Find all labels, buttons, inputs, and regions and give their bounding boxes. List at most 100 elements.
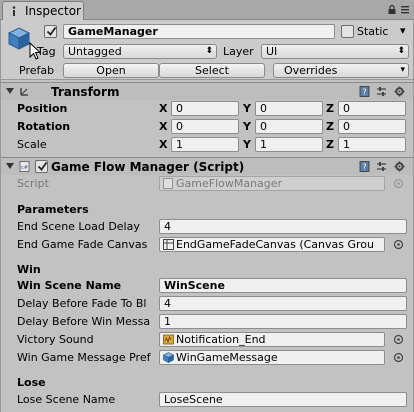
static-label: Static: [357, 25, 389, 38]
scale-z-field[interactable]: 1: [338, 137, 406, 152]
layer-label: Layer: [223, 45, 254, 58]
script-file-icon: c#: [19, 161, 30, 172]
transform-header[interactable]: Transform ?: [1, 82, 413, 100]
object-picker-icon[interactable]: [393, 239, 404, 250]
script-enabled-checkbox[interactable]: [35, 160, 48, 173]
rotation-label: Rotation: [17, 120, 71, 133]
win-game-message-field[interactable]: WinGameMessage: [159, 350, 385, 365]
position-y-axis-label: Y: [243, 102, 251, 115]
gameobject-header: GameManager Static ▾ Tag Untagged ⬍ Laye…: [1, 20, 413, 80]
overrides-label: Overrides: [284, 64, 338, 77]
lose-scene-name-field[interactable]: LoseScene: [159, 392, 407, 407]
rotation-z-field[interactable]: 0: [338, 119, 406, 134]
end-game-fade-canvas-label: End Game Fade Canvas: [17, 238, 148, 251]
rotation-x-field[interactable]: 0: [171, 119, 239, 134]
position-y-field[interactable]: 0: [255, 101, 323, 116]
help-book-icon[interactable]: ?: [359, 86, 370, 97]
lock-icon[interactable]: [388, 5, 396, 14]
prefab-cube-icon: [163, 352, 174, 363]
position-x-axis-label: X: [159, 102, 168, 115]
win-section-header: Win: [17, 263, 41, 276]
inspector-tab-bar: Inspector: [0, 0, 414, 20]
prefab-open-button[interactable]: Open: [63, 63, 159, 78]
rotation-z-axis-label: Z: [326, 120, 334, 133]
tab-label: Inspector: [25, 4, 81, 18]
end-game-fade-canvas-value: EndGameFadeCanvas (Canvas Grou: [176, 238, 374, 251]
scale-y-field[interactable]: 1: [255, 137, 323, 152]
tag-dropdown[interactable]: Untagged ⬍: [63, 44, 217, 59]
lose-section-header: Lose: [17, 376, 46, 389]
object-picker-icon[interactable]: [393, 334, 404, 345]
expand-triangle-icon: [6, 88, 14, 94]
lose-scene-name-label: Lose Scene Name: [17, 393, 116, 406]
svg-text:?: ?: [362, 88, 366, 97]
prefab-select-button[interactable]: Select: [159, 63, 265, 78]
position-z-field[interactable]: 0: [338, 101, 406, 116]
scale-z-axis-label: Z: [326, 138, 334, 151]
gear-icon[interactable]: [394, 161, 405, 172]
win-scene-name-label: Win Scene Name: [17, 279, 122, 292]
object-picker-icon: [393, 178, 404, 189]
win-scene-name-field[interactable]: WinScene: [159, 278, 407, 293]
svg-text:c#: c#: [21, 165, 28, 171]
layer-value: UI: [266, 45, 278, 58]
script-reference-field: GameFlowManager: [159, 176, 385, 191]
chevron-updown-icon: ⬍: [397, 46, 405, 56]
static-dropdown-arrow-icon[interactable]: ▾: [400, 24, 406, 37]
audio-clip-icon: [163, 334, 174, 345]
chevron-down-icon: ▾: [400, 65, 405, 75]
script-component-header[interactable]: c# Game Flow Manager (Script) ?: [1, 157, 413, 175]
rotation-x-axis-label: X: [159, 120, 168, 133]
scale-x-field[interactable]: 1: [171, 137, 239, 152]
victory-sound-field[interactable]: Notification_End: [159, 332, 385, 347]
svg-text:?: ?: [362, 163, 366, 172]
victory-sound-value: Notification_End: [176, 333, 266, 346]
gear-icon[interactable]: [394, 86, 405, 97]
checkmark-icon: [37, 161, 48, 171]
tab-inspector[interactable]: Inspector: [2, 1, 84, 20]
info-icon: [12, 6, 16, 16]
delay-before-win-message-field[interactable]: 1: [159, 314, 407, 329]
inspector-panel: GameManager Static ▾ Tag Untagged ⬍ Laye…: [0, 20, 414, 412]
end-scene-load-delay-field[interactable]: 4: [159, 219, 407, 234]
scale-x-axis-label: X: [159, 138, 168, 151]
object-picker-icon[interactable]: [393, 352, 404, 363]
layer-dropdown[interactable]: UI ⬍: [261, 44, 409, 59]
canvas-group-icon: [163, 239, 174, 250]
script-reference-value: GameFlowManager: [176, 177, 283, 190]
scale-label: Scale: [17, 138, 47, 151]
presets-sliders-icon[interactable]: [376, 86, 387, 97]
position-label: Position: [17, 102, 68, 115]
delay-before-fade-label: Delay Before Fade To Bl: [17, 297, 147, 310]
transform-title: Transform: [51, 85, 120, 99]
win-game-message-label: Win Game Message Pref: [17, 351, 151, 364]
scale-y-axis-label: Y: [243, 138, 251, 151]
gameobject-name-input[interactable]: GameManager: [63, 24, 335, 39]
chevron-updown-icon: ⬍: [205, 46, 213, 56]
parameters-section-header: Parameters: [17, 203, 89, 216]
expand-triangle-icon: [6, 163, 14, 169]
win-game-message-value: WinGameMessage: [176, 351, 278, 364]
tab-menu-icon[interactable]: [401, 5, 409, 14]
gameobject-active-checkbox[interactable]: [44, 25, 57, 38]
position-x-field[interactable]: 0: [171, 101, 239, 116]
script-component-title: Game Flow Manager (Script): [51, 160, 245, 174]
prefab-overrides-dropdown[interactable]: Overrides ▾: [273, 63, 409, 78]
tag-label: Tag: [37, 45, 56, 58]
position-z-axis-label: Z: [326, 102, 334, 115]
static-checkbox[interactable]: [341, 25, 354, 38]
transform-axes-icon: [20, 88, 28, 96]
tag-value: Untagged: [68, 45, 122, 58]
help-book-icon[interactable]: ?: [359, 161, 370, 172]
rotation-y-field[interactable]: 0: [255, 119, 323, 134]
prefab-label: Prefab: [19, 64, 55, 77]
script-file-icon: [163, 178, 173, 189]
delay-before-fade-field[interactable]: 4: [159, 296, 407, 311]
checkmark-icon: [46, 26, 57, 36]
end-game-fade-canvas-field[interactable]: EndGameFadeCanvas (Canvas Grou: [159, 237, 385, 252]
presets-sliders-icon[interactable]: [376, 161, 387, 172]
end-scene-load-delay-label: End Scene Load Delay: [17, 220, 140, 233]
gameobject-cube-icon: [7, 27, 31, 50]
delay-before-win-message-label: Delay Before Win Messa: [17, 315, 151, 328]
rotation-y-axis-label: Y: [243, 120, 251, 133]
